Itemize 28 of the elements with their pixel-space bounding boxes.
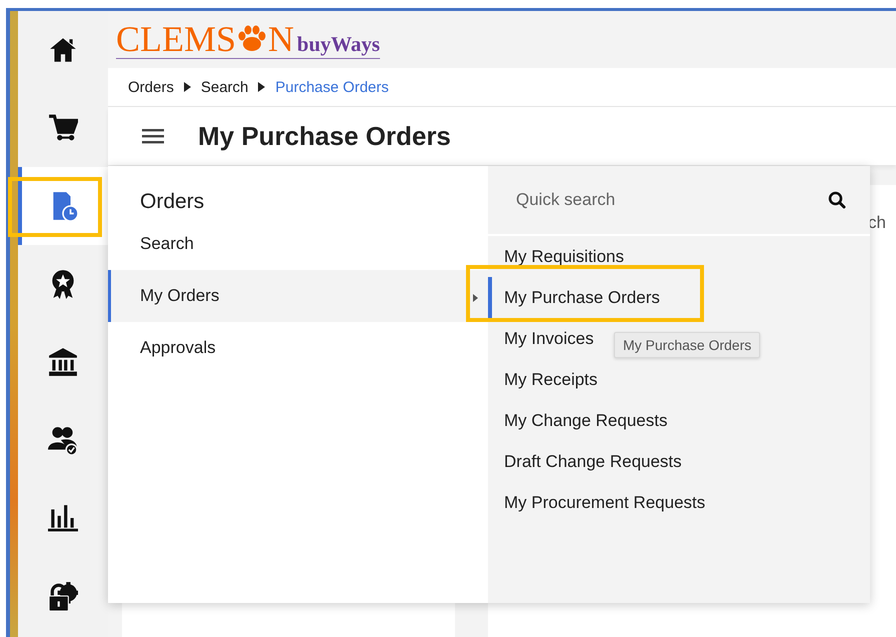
cart-icon [48,113,78,143]
submenu-item[interactable]: My Receipts [488,359,604,400]
lock-gear-icon [48,581,78,611]
submenu-item[interactable]: Draft Change Requests [488,441,688,482]
submenu-item[interactable]: My Change Requests [488,400,674,441]
menu-icon[interactable] [142,128,164,144]
menu-heading: Orders [139,189,206,215]
submenu-item[interactable]: My Purchase Orders [488,277,700,318]
chevron-icon [184,82,191,92]
people-icon [48,425,78,455]
breadcrumb-link[interactable]: Purchase Orders [275,78,389,96]
menu-item[interactable]: Search [108,218,488,270]
submenu-item[interactable]: My Procurement Requests [488,482,712,523]
breadcrumb-link[interactable]: Search [200,78,248,96]
bank-icon [48,347,78,377]
chevron-icon [258,82,266,92]
breadcrumb-link[interactable]: Orders [128,78,174,96]
logo: CLEMS NbuyWays [116,20,380,58]
menu-item[interactable]: Approvals [108,322,488,374]
caret-icon [473,294,478,302]
search-field[interactable]: Quick search [516,190,828,210]
search-icon[interactable] [828,191,846,209]
tooltip: My Purchase Orders [614,332,760,358]
menu-item[interactable]: My Orders [108,270,488,322]
page-title: My Purchase Orders [198,120,451,152]
bar-chart-icon [48,503,78,533]
submenu-item[interactable]: My Invoices [488,318,600,359]
submenu-item[interactable]: My Requisitions [488,236,630,277]
